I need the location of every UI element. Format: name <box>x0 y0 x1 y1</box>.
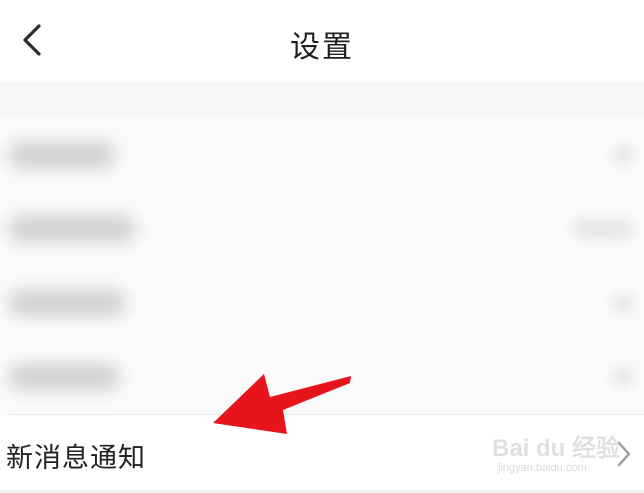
settings-page: 设置 新消息通知 Bai du 经验 jingyan.baidu.com <box>0 0 644 493</box>
notification-item-label: 新消息通知 <box>6 443 146 474</box>
blurred-list-item[interactable] <box>0 118 644 192</box>
list-divider <box>8 414 644 415</box>
blurred-item-value <box>612 146 634 164</box>
blurred-item-label <box>8 290 126 316</box>
blurred-item-label <box>8 216 136 242</box>
blurred-item-value <box>612 294 634 312</box>
blurred-item-value <box>572 220 634 238</box>
blurred-settings-list <box>0 118 644 416</box>
blurred-item-label <box>8 142 116 168</box>
nav-header: 设置 <box>0 0 644 82</box>
watermark-url: jingyan.baidu.com <box>498 462 587 474</box>
page-title: 设置 <box>290 30 354 65</box>
baidu-jingyan-watermark: Bai du 经验 jingyan.baidu.com <box>492 428 620 480</box>
blurred-item-value <box>612 368 634 386</box>
blurred-item-label <box>8 364 120 390</box>
blurred-list-item[interactable] <box>0 266 644 340</box>
blurred-list-item[interactable] <box>0 340 644 414</box>
watermark-brand: Bai du 经验 <box>492 435 621 462</box>
blurred-list-item[interactable] <box>0 192 644 266</box>
